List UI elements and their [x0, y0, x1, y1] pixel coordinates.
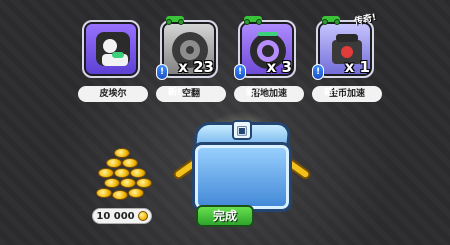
- new-badge-icon: !: [312, 64, 324, 80]
- coin-total: 10 000: [96, 210, 135, 222]
- coin-stack: [88, 148, 158, 202]
- coin-counter: 10 000: [92, 208, 152, 224]
- reward-card-3: ! x 3 新!: [234, 16, 296, 98]
- reward-count-4: x 1: [344, 58, 370, 76]
- blue-treasure-chest-icon: [192, 142, 292, 212]
- reward-item-1: 皮埃尔: [78, 20, 148, 102]
- reward-label-3: 落地加速: [234, 86, 304, 102]
- reward-card-2: ! x 23 新!: [156, 16, 218, 98]
- green-bike-icon: [322, 12, 342, 25]
- reward-new-text-3: 新!: [246, 88, 260, 98]
- reward-card-4: 传奇! ! x 1 新!: [312, 13, 377, 98]
- reward-row: 皮埃尔 ! x 23 新! 空翻 ! x 3 新! 落地加速 传奇! ! x 1…: [78, 13, 382, 110]
- reward-label-4: 金币加速: [312, 86, 382, 102]
- reward-count-2: x 23: [178, 58, 214, 76]
- reward-new-text-4: 新!: [324, 88, 338, 98]
- reward-card-1: [82, 20, 140, 78]
- reward-new-text-2: 新!: [168, 88, 182, 98]
- chest-emblem-icon: ▣: [232, 120, 252, 140]
- reward-item-3: ! x 3 新! 落地加速: [234, 16, 304, 102]
- new-badge-icon: !: [156, 64, 168, 80]
- reward-item-4: 传奇! ! x 1 新! 金币加速: [312, 13, 382, 102]
- green-bike-icon: [244, 12, 264, 25]
- coin-icon: [137, 211, 148, 221]
- reward-item-2: ! x 23 新! 空翻: [156, 16, 226, 102]
- green-bike-icon: [166, 12, 186, 25]
- character-icon: [96, 32, 130, 66]
- reward-label-1: 皮埃尔: [78, 86, 148, 102]
- done-button[interactable]: 完成: [196, 205, 254, 227]
- new-badge-icon: !: [234, 64, 246, 80]
- reward-count-3: x 3: [266, 58, 292, 76]
- reward-label-2: 空翻: [156, 86, 226, 102]
